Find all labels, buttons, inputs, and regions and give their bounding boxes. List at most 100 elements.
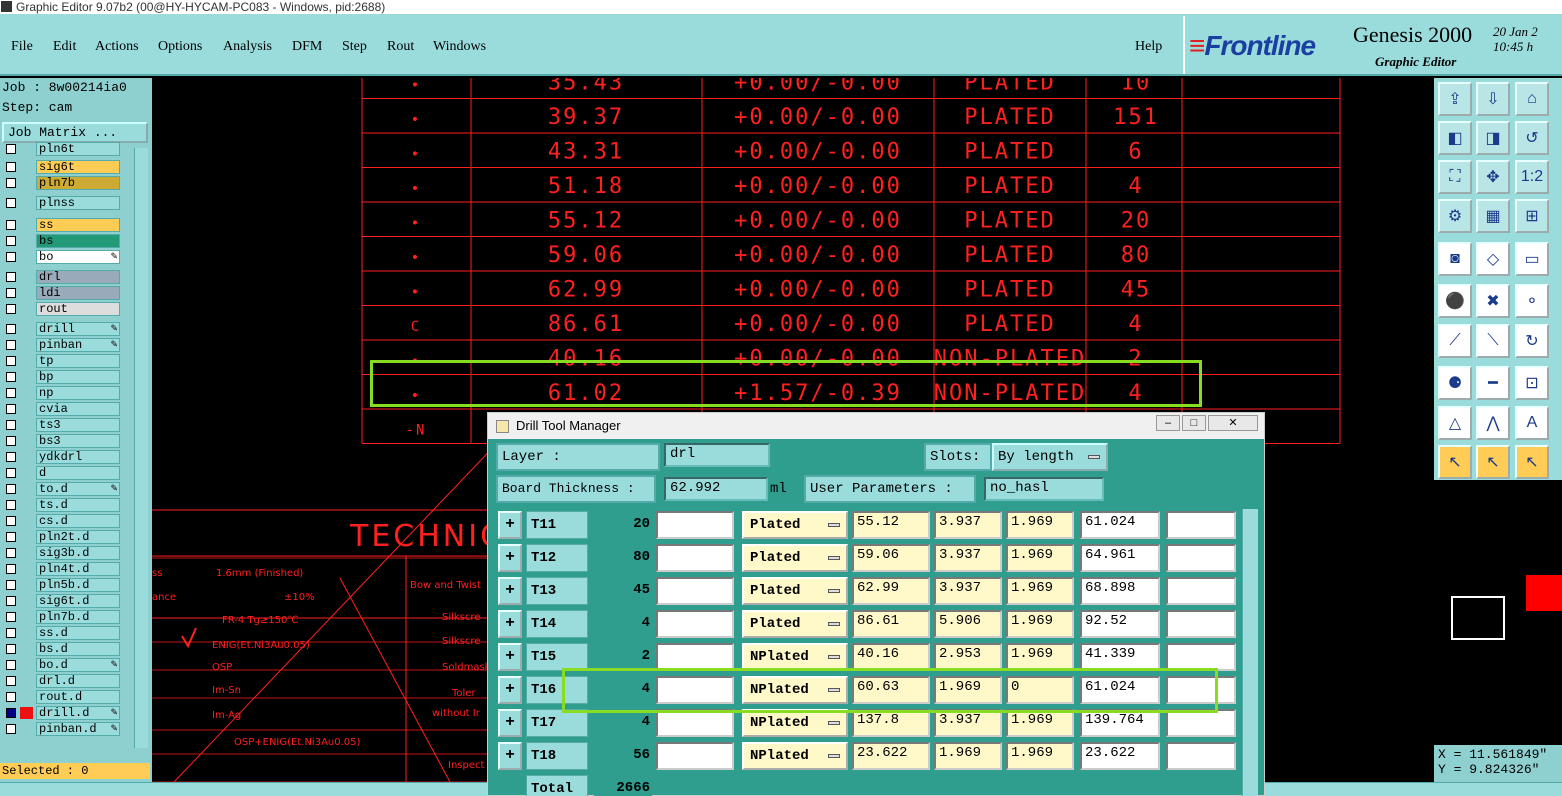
tool-tolerance-plus[interactable]: 1.969 bbox=[934, 742, 1002, 770]
layer-name[interactable]: np bbox=[36, 386, 120, 400]
layer-checkbox[interactable] bbox=[6, 564, 16, 574]
layer-checkbox[interactable] bbox=[6, 580, 16, 590]
connect-icon[interactable]: ⚫ bbox=[1438, 284, 1472, 318]
tool-finished-size[interactable]: 61.024 bbox=[1080, 676, 1160, 704]
pointer-icon[interactable]: ↖ bbox=[1438, 445, 1472, 479]
layer-checkbox[interactable] bbox=[6, 500, 16, 510]
layer-row[interactable]: ydkdrl bbox=[2, 450, 120, 464]
tool-finish-input[interactable] bbox=[656, 709, 734, 737]
tool-type-dropdown[interactable]: NPlated bbox=[742, 676, 848, 704]
layer-name[interactable]: pinban.d bbox=[36, 722, 120, 736]
expand-icon[interactable]: + bbox=[498, 511, 522, 539]
menu-edit[interactable]: Edit bbox=[53, 39, 76, 55]
layer-row[interactable]: drill.d ✎ bbox=[2, 706, 120, 720]
layer-name[interactable]: drill.d bbox=[36, 706, 120, 720]
layer-checkbox[interactable] bbox=[6, 324, 16, 334]
layer-name[interactable]: ldi bbox=[36, 286, 120, 300]
layer-row[interactable]: pln7b.d bbox=[2, 610, 120, 624]
minimize-button[interactable]: – bbox=[1156, 415, 1180, 431]
layer-row[interactable]: pln2t.d bbox=[2, 530, 120, 544]
layer-row[interactable]: cs.d bbox=[2, 514, 120, 528]
via-icon[interactable]: ⚈ bbox=[1438, 366, 1472, 400]
layer-row[interactable]: ts.d bbox=[2, 498, 120, 512]
triangle-icon[interactable]: △ bbox=[1438, 406, 1472, 440]
layer-checkbox[interactable] bbox=[6, 660, 16, 670]
layer-checkbox[interactable] bbox=[6, 724, 16, 734]
layer-name[interactable]: pln2t.d bbox=[36, 530, 120, 544]
layer-name[interactable]: pln7b bbox=[36, 176, 120, 190]
layer-row[interactable]: cvia bbox=[2, 402, 120, 416]
menu-dfm[interactable]: DFM bbox=[292, 39, 322, 55]
layer-checkbox[interactable] bbox=[6, 272, 16, 282]
tool-tolerance-minus[interactable]: 1.969 bbox=[1006, 511, 1074, 539]
tool-row[interactable]: + T13 45 Plated 62.99 3.937 1.969 68.898 bbox=[498, 575, 1236, 608]
expand-icon[interactable]: + bbox=[498, 610, 522, 638]
layer-checkbox[interactable] bbox=[6, 162, 16, 172]
layer-row[interactable]: bo.d ✎ bbox=[2, 658, 120, 672]
menu-file[interactable]: File bbox=[11, 39, 33, 55]
tool-extra-input[interactable] bbox=[1166, 544, 1236, 572]
layer-row[interactable]: drl bbox=[2, 270, 120, 284]
tool-tolerance-plus[interactable]: 3.937 bbox=[934, 544, 1002, 572]
layer-checkbox[interactable] bbox=[6, 198, 16, 208]
left-icon[interactable]: ◧ bbox=[1438, 121, 1472, 155]
layer-checkbox[interactable] bbox=[6, 532, 16, 542]
menu-rout[interactable]: Rout bbox=[387, 39, 414, 55]
tool-extra-input[interactable] bbox=[1166, 643, 1236, 671]
layer-name[interactable]: bs.d bbox=[36, 642, 120, 656]
tool-tolerance-plus[interactable]: 3.937 bbox=[934, 709, 1002, 737]
slots-dropdown[interactable]: By length bbox=[992, 443, 1108, 471]
tool-type-dropdown[interactable]: Plated bbox=[742, 511, 848, 539]
layer-checkbox[interactable] bbox=[6, 484, 16, 494]
tool-finish-input[interactable] bbox=[656, 511, 734, 539]
tool-tolerance-minus[interactable]: 1.969 bbox=[1006, 709, 1074, 737]
tool-tolerance-plus[interactable]: 5.906 bbox=[934, 610, 1002, 638]
expand-icon[interactable]: + bbox=[498, 544, 522, 572]
ruler-icon[interactable]: ▭ bbox=[1515, 242, 1549, 276]
menu-analysis[interactable]: Analysis bbox=[223, 39, 272, 55]
menu-options[interactable]: Options bbox=[158, 39, 202, 55]
layer-name[interactable]: pln7b.d bbox=[36, 610, 120, 624]
layer-checkbox[interactable] bbox=[6, 676, 16, 686]
layer-row[interactable]: pinban ✎ bbox=[2, 338, 120, 352]
tool-tolerance-plus[interactable]: 3.937 bbox=[934, 511, 1002, 539]
tool-extra-input[interactable] bbox=[1166, 610, 1236, 638]
layer-row[interactable]: np bbox=[2, 386, 120, 400]
tool-drill-size[interactable]: 23.622 bbox=[852, 742, 930, 770]
layer-row[interactable]: d bbox=[2, 466, 120, 480]
tool-finish-input[interactable] bbox=[656, 610, 734, 638]
menu-step[interactable]: Step bbox=[342, 39, 367, 55]
layer-list-scrollbar[interactable] bbox=[134, 148, 148, 748]
layer-name[interactable]: plnss bbox=[36, 196, 120, 210]
tool-extra-input[interactable] bbox=[1166, 577, 1236, 605]
expand-icon[interactable]: + bbox=[498, 577, 522, 605]
segment-icon[interactable]: ━ bbox=[1476, 366, 1510, 400]
layer-checkbox[interactable] bbox=[6, 516, 16, 526]
layer-name[interactable]: rout.d bbox=[36, 690, 120, 704]
layer-row[interactable]: sig3b.d bbox=[2, 546, 120, 560]
tool-type-dropdown[interactable]: NPlated bbox=[742, 742, 848, 770]
select2-icon[interactable]: ↖ bbox=[1515, 445, 1549, 479]
fit-icon[interactable]: ⛶ bbox=[1438, 160, 1472, 194]
tool-type-dropdown[interactable]: Plated bbox=[742, 577, 848, 605]
layer-row[interactable]: drill ✎ bbox=[2, 322, 120, 336]
tool-extra-input[interactable] bbox=[1166, 676, 1236, 704]
tool-table-scrollbar[interactable] bbox=[1242, 509, 1258, 796]
menu-actions[interactable]: Actions bbox=[95, 39, 139, 55]
tool-row[interactable]: + T14 4 Plated 86.61 5.906 1.969 92.52 bbox=[498, 608, 1236, 641]
tool-row[interactable]: + T16 4 NPlated 60.63 1.969 0 61.024 bbox=[498, 674, 1236, 707]
tool-row[interactable]: + T17 4 NPlated 137.8 3.937 1.969 139.764 bbox=[498, 707, 1236, 740]
tool-tolerance-minus[interactable]: 1.969 bbox=[1006, 742, 1074, 770]
minimap[interactable] bbox=[1434, 483, 1562, 743]
tool-tolerance-minus[interactable]: 1.969 bbox=[1006, 544, 1074, 572]
layer-name[interactable]: pinban bbox=[36, 338, 120, 352]
measure-icon[interactable]: ⚙ bbox=[1438, 199, 1472, 233]
undo-icon[interactable]: ↺ bbox=[1515, 121, 1549, 155]
layer-checkbox[interactable] bbox=[6, 628, 16, 638]
menu-help[interactable]: Help bbox=[1135, 39, 1162, 55]
diag-icon[interactable]: ⟍ bbox=[1476, 324, 1510, 358]
layer-checkbox[interactable] bbox=[6, 144, 16, 154]
tool-row[interactable]: + T18 56 NPlated 23.622 1.969 1.969 23.622 bbox=[498, 740, 1236, 773]
tool-finish-input[interactable] bbox=[656, 577, 734, 605]
tool-type-dropdown[interactable]: Plated bbox=[742, 610, 848, 638]
